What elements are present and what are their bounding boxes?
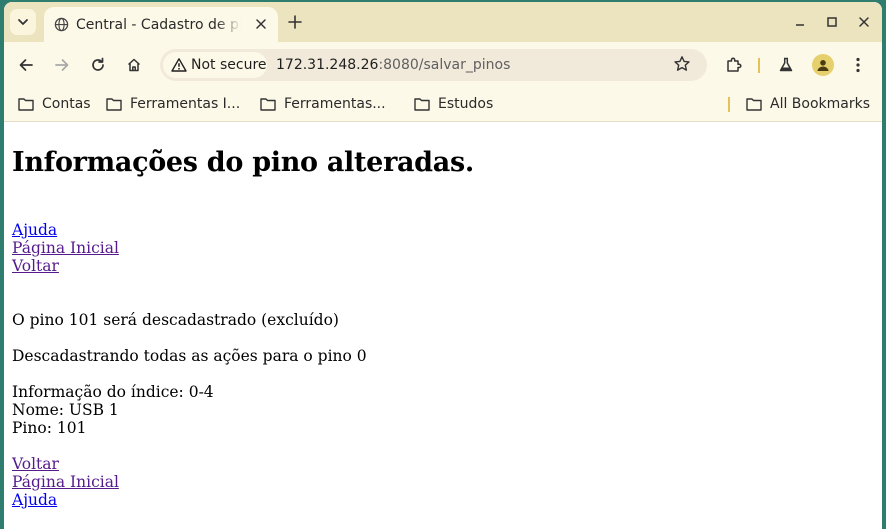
link-voltar-bottom[interactable]: Voltar [12, 455, 59, 473]
page-body: Informações do pino alteradas. Ajuda Pág… [12, 122, 872, 509]
folder-icon [746, 98, 762, 111]
bookmark-folder-estudos[interactable]: Estudos [414, 94, 493, 114]
toolbar: Not secure 172.31.248.26:8080/salvar_pin… [4, 42, 882, 88]
folder-icon [106, 98, 122, 111]
all-bookmarks-label: All Bookmarks [770, 96, 871, 112]
url-text[interactable]: 172.31.248.26:8080/salvar_pinos [276, 55, 510, 75]
profile-avatar[interactable] [812, 54, 834, 76]
back-button[interactable] [16, 55, 36, 75]
reload-button[interactable] [88, 55, 108, 75]
new-tab-button[interactable] [285, 12, 305, 32]
toolbar-divider [758, 58, 760, 73]
folder-icon [260, 98, 276, 111]
close-window-button[interactable] [856, 14, 872, 30]
arrow-left-icon [19, 59, 33, 71]
labs-button[interactable] [776, 55, 796, 75]
bookmark-folder-ferramentas-1[interactable]: Ferramentas I... [106, 94, 240, 114]
link-ajuda[interactable]: Ajuda [12, 221, 57, 239]
minimize-button[interactable] [792, 14, 808, 30]
maximize-button[interactable] [824, 14, 840, 30]
bookmarks-divider [728, 97, 730, 112]
extensions-button[interactable] [724, 55, 744, 75]
tab-strip: Central - Cadastro de pinos [4, 2, 882, 42]
person-icon [817, 60, 829, 71]
tab-search-button[interactable] [10, 9, 36, 35]
bookmark-label: Estudos [438, 96, 494, 112]
top-links: Ajuda Página Inicial Voltar [12, 221, 872, 275]
all-bookmarks-button[interactable]: All Bookmarks [746, 94, 870, 114]
bookmark-folder-ferramentas-2[interactable]: Ferramentas... [260, 94, 386, 114]
plus-icon [288, 15, 302, 29]
link-pagina-inicial[interactable]: Página Inicial [12, 239, 119, 257]
site-info-chip[interactable]: Not secure [163, 52, 267, 78]
bookmarks-bar: Contas Ferramentas I... Ferramentas... E… [4, 88, 882, 122]
message-actions: Descadastrando todas as ações para o pin… [12, 347, 367, 365]
kebab-menu-icon [856, 57, 860, 73]
link-ajuda-bottom[interactable]: Ajuda [12, 491, 57, 509]
forward-button[interactable] [52, 55, 72, 75]
bookmark-label: Contas [42, 96, 91, 112]
chevron-down-icon [18, 19, 28, 25]
minimize-icon [796, 24, 804, 26]
info-name: Nome: USB 1 [12, 401, 119, 419]
link-pagina-inicial-bottom[interactable]: Página Inicial [12, 473, 119, 491]
bookmark-label: Ferramentas I... [130, 96, 241, 112]
link-voltar[interactable]: Voltar [12, 257, 59, 275]
info-pin: Pino: 101 [12, 419, 87, 437]
active-tab[interactable]: Central - Cadastro de pinos [44, 7, 278, 42]
bookmark-label: Ferramentas... [284, 96, 386, 112]
warning-icon [171, 57, 187, 77]
folder-icon [18, 98, 34, 111]
menu-button[interactable] [848, 55, 868, 75]
security-label: Not secure [191, 57, 267, 73]
bookmark-star-icon[interactable] [673, 55, 691, 77]
page-title: Informações do pino alteradas. [12, 147, 474, 178]
message-removed: O pino 101 será descadastrado (excluído) [12, 311, 339, 329]
puzzle-icon [727, 57, 742, 72]
globe-icon [54, 17, 69, 36]
url-host: 172.31.248.26 [276, 57, 379, 73]
maximize-icon [827, 17, 837, 27]
arrow-right-icon [55, 59, 69, 71]
tab-close-icon[interactable] [252, 15, 270, 33]
url-path: :8080/salvar_pinos [378, 57, 511, 73]
folder-icon [414, 98, 430, 111]
page-content: Informações do pino alteradas. Ajuda Pág… [4, 122, 882, 529]
bottom-links: Voltar Página Inicial Ajuda [12, 455, 872, 509]
flask-icon [779, 57, 793, 72]
home-icon [127, 58, 141, 72]
browser-window: Central - Cadastro de pinos [4, 2, 882, 529]
reload-icon [92, 57, 104, 71]
close-icon [859, 17, 869, 27]
info-index: Informação do índice: 0-4 [12, 383, 214, 401]
tab-title: Central - Cadastro de pinos [76, 17, 241, 33]
home-button[interactable] [124, 55, 144, 75]
address-bar[interactable]: Not secure 172.31.248.26:8080/salvar_pin… [160, 49, 707, 81]
bookmark-folder-contas[interactable]: Contas [18, 94, 91, 114]
